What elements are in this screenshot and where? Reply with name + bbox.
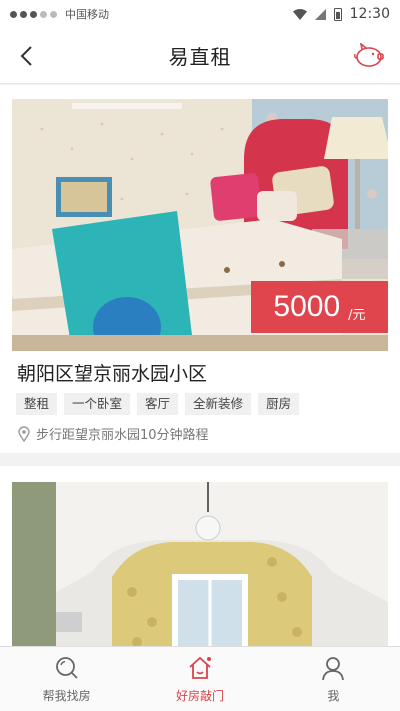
- back-button[interactable]: [8, 38, 44, 74]
- piggy-bank-icon: [354, 43, 384, 67]
- search-icon: [55, 657, 78, 679]
- tab-bar: 帮我找房 好房敲门 我: [0, 646, 400, 711]
- tag: 一个卧室: [64, 393, 131, 415]
- battery-icon: [333, 7, 342, 21]
- listing-tags: 整租 一个卧室 客厅 全新装修 厨房: [16, 393, 300, 415]
- page-title: 易直租: [168, 45, 232, 69]
- tab-label: 我: [327, 689, 340, 703]
- signal-dots-icon: [10, 10, 57, 18]
- chevron-left-icon: [20, 46, 32, 66]
- status-time: 12:30: [349, 6, 390, 22]
- piggy-bank-button[interactable]: [352, 40, 386, 72]
- listing-location: 步行距望京丽水园10分钟路程: [18, 424, 209, 443]
- tab-good-house[interactable]: 好房敲门: [133, 647, 266, 711]
- person-icon: [322, 657, 345, 681]
- tab-label: 帮我找房: [42, 689, 91, 703]
- nav-bar: 易直租: [0, 28, 400, 84]
- tag: 全新装修: [185, 393, 252, 415]
- location-pin-icon: [18, 425, 30, 442]
- listing-title[interactable]: 朝阳区望京丽水园小区: [17, 359, 207, 386]
- tag: 客厅: [137, 393, 179, 415]
- tag: 厨房: [258, 393, 300, 415]
- tag: 整租: [16, 393, 58, 415]
- price-value: 5000: [273, 290, 341, 323]
- tab-find-house[interactable]: 帮我找房: [0, 647, 133, 711]
- listing-card[interactable]: 5000 /元 朝阳区望京丽水园小区 整租 一个卧室 客厅 全新装修 厨房 步行…: [0, 85, 400, 453]
- tab-me[interactable]: 我: [267, 647, 400, 711]
- attic-room-photo: [12, 482, 388, 646]
- tab-label: 好房敲门: [175, 689, 224, 703]
- price-unit: /元: [348, 307, 366, 323]
- wifi-icon: [292, 8, 307, 20]
- cell-signal-icon: [314, 8, 326, 20]
- listing-card[interactable]: [0, 466, 400, 646]
- location-text: 步行距望京丽水园10分钟路程: [36, 428, 209, 443]
- listing-photo[interactable]: [12, 482, 388, 646]
- status-bar: 中国移动 12:30: [0, 0, 400, 28]
- price-tag: 5000 /元: [251, 281, 388, 333]
- home-icon: [189, 656, 211, 679]
- carrier-name: 中国移动: [65, 8, 109, 21]
